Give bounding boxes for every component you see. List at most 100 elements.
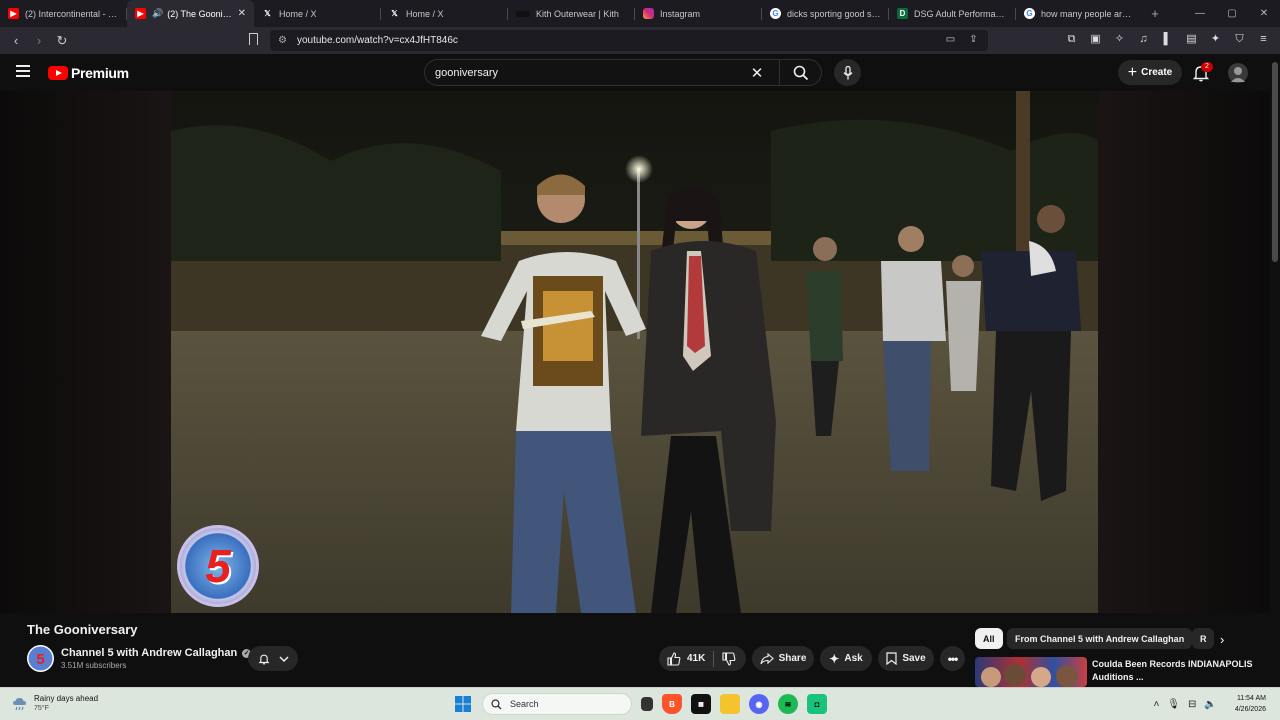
tab-7[interactable]: G dicks sporting good shies (762, 0, 889, 27)
site-settings-icon[interactable]: ⚙ (278, 35, 287, 46)
tab-title: dicks sporting good shies (787, 8, 881, 19)
forward-icon[interactable]: › (29, 33, 49, 48)
bookmark-icon (886, 652, 897, 665)
chip-from-channel[interactable]: From Channel 5 with Andrew Callaghan (1007, 628, 1193, 649)
video-frame (171, 91, 1098, 613)
chatgpt-app-icon[interactable]: ◘ (807, 694, 827, 714)
create-label: Create (1141, 67, 1173, 78)
kith-icon (516, 10, 530, 17)
tab-4[interactable]: 𝕏 Home / X (381, 0, 508, 27)
subscription-notifications-button[interactable] (248, 646, 298, 671)
search-input[interactable]: gooniversary (435, 67, 747, 79)
volume-icon[interactable]: 🔈 (1204, 699, 1216, 710)
chevron-right-icon[interactable]: › (1220, 632, 1224, 647)
windows-taskbar: Rainy days ahead 75°F Search B ▦ ◉ ≋ ◘ ˄… (0, 687, 1280, 720)
cast-icon[interactable]: ▭ (944, 33, 957, 46)
clock-date: 4/26/2026 (1234, 706, 1266, 713)
reload-icon[interactable]: ↻ (52, 33, 72, 49)
share-label: Share (778, 653, 807, 664)
create-button[interactable]: + Create (1118, 60, 1182, 85)
like-button[interactable]: 41K (659, 646, 713, 671)
recommended-video-thumbnail[interactable] (975, 657, 1087, 687)
weather-temp: 75°F (34, 705, 49, 712)
hamburger-menu-icon[interactable] (16, 65, 30, 77)
bookmark-icon[interactable] (249, 33, 258, 45)
channel-5-logo-text: 5 (205, 540, 231, 592)
file-explorer-icon[interactable] (720, 694, 740, 714)
minimize-icon[interactable]: — (1184, 0, 1216, 27)
news-app-icon[interactable]: ▦ (691, 694, 711, 714)
address-bar-actions: ▭ ⇪ (944, 33, 980, 46)
back-icon[interactable]: ‹ (6, 33, 26, 48)
address-bar[interactable]: ⚙ youtube.com/watch?v=cx4JfHT846c (270, 30, 988, 51)
screenshot-icon[interactable]: ▣ (1089, 33, 1102, 46)
taskbar-search[interactable]: Search (482, 693, 632, 715)
youtube-header: Premium gooniversary ✕ + Create 2 (0, 54, 1280, 91)
instagram-icon (643, 8, 654, 19)
ai-icon[interactable]: ✦ (1209, 33, 1222, 46)
account-avatar[interactable] (1228, 63, 1248, 83)
clear-search-icon[interactable]: ✕ (747, 64, 767, 82)
audio-icon[interactable]: 🔊 (152, 8, 163, 19)
url-text: youtube.com/watch?v=cx4JfHT846c (296, 35, 458, 46)
recommended-video-title[interactable]: Coulda Been Records INDIANAPOLIS Auditio… (1092, 658, 1272, 684)
more-actions-button[interactable]: ••• (940, 646, 965, 671)
save-button[interactable]: Save (878, 646, 934, 671)
network-icon[interactable]: ⊟ (1188, 699, 1196, 710)
tab-1[interactable]: ▶ (2) Intercontinental - YouT (0, 0, 127, 27)
new-tab-button[interactable]: + (1143, 0, 1167, 27)
bell-icon (258, 654, 270, 665)
thumbs-up-icon (667, 651, 681, 666)
share-button[interactable]: Share (752, 646, 814, 671)
extensions-icon[interactable]: ⧉ (1065, 33, 1078, 46)
share-page-icon[interactable]: ⇪ (967, 33, 980, 46)
more-horizontal-icon: ••• (947, 651, 959, 666)
vpn-icon[interactable]: ⛉ (1233, 33, 1246, 46)
close-window-icon[interactable]: ✕ (1248, 0, 1280, 27)
tab-9[interactable]: G how many people are in th (1016, 0, 1143, 27)
ask-button[interactable]: ✦ Ask (820, 646, 872, 671)
search-button[interactable] (779, 59, 821, 86)
tab-2-active[interactable]: ▶ 🔊 (2) The Gooniversa ✕ (127, 0, 254, 27)
maximize-icon[interactable]: ▢ (1216, 0, 1248, 27)
channel-5-watermark: 5 (177, 525, 259, 607)
tab-3[interactable]: 𝕏 Home / X (254, 0, 381, 27)
music-icon[interactable]: ♫ (1137, 33, 1150, 46)
plus-icon: + (1127, 63, 1138, 81)
chip-related[interactable]: R (1192, 628, 1214, 649)
page-scrollbar[interactable] (1272, 62, 1278, 262)
tab-5[interactable]: Kith Outerwear | Kith (508, 0, 635, 27)
spotify-icon[interactable]: ≋ (778, 694, 798, 714)
channel-avatar[interactable]: 5 (27, 645, 54, 672)
svg-text:5: 5 (36, 651, 44, 668)
video-player[interactable]: 5 (171, 91, 1098, 613)
weather-widget[interactable]: Rainy days ahead 75°F (12, 694, 98, 712)
browser-toolbar: ‹ › ↻ ⚙ youtube.com/watch?v=cx4JfHT846c … (0, 27, 1280, 74)
leo-ai-icon[interactable]: ✧ (1113, 33, 1126, 46)
sidebar-icon[interactable]: ▌ (1161, 33, 1174, 46)
windows-start-icon[interactable] (453, 694, 473, 714)
ask-label: Ask (844, 653, 863, 664)
avatar-image (1231, 67, 1245, 82)
microphone-icon[interactable]: 🎙 (1167, 699, 1180, 710)
tab-8[interactable]: D DSG Adult Performance Be (889, 0, 1016, 27)
extension-icons: ⧉ ▣ ✧ ♫ ▌ ▤ ✦ ⛉ ≡ (1065, 33, 1270, 46)
search-icon (491, 698, 502, 709)
dislike-button[interactable] (714, 646, 744, 671)
discord-icon[interactable]: ◉ (749, 694, 769, 714)
tab-title: (2) Intercontinental - YouT (25, 8, 119, 19)
task-view-icon[interactable] (641, 697, 653, 711)
chevron-up-icon[interactable]: ˄ (1153, 699, 1159, 710)
wallet-icon[interactable]: ▤ (1185, 33, 1198, 46)
voice-search-button[interactable] (834, 59, 861, 86)
tab-6[interactable]: Instagram (635, 0, 762, 27)
chip-all[interactable]: All (975, 628, 1003, 649)
brave-browser-icon[interactable]: B (662, 694, 682, 714)
weather-title: Rainy days ahead (34, 694, 99, 703)
menu-icon[interactable]: ≡ (1257, 33, 1270, 46)
close-icon[interactable]: ✕ (238, 8, 246, 19)
tab-title: DSG Adult Performance Be (914, 8, 1008, 19)
system-clock[interactable]: 11:54 AM 4/26/2026 (1235, 693, 1266, 715)
youtube-premium-logo[interactable]: Premium (48, 65, 129, 81)
channel-name[interactable]: Channel 5 with Andrew Callaghan ✓ (61, 647, 252, 659)
